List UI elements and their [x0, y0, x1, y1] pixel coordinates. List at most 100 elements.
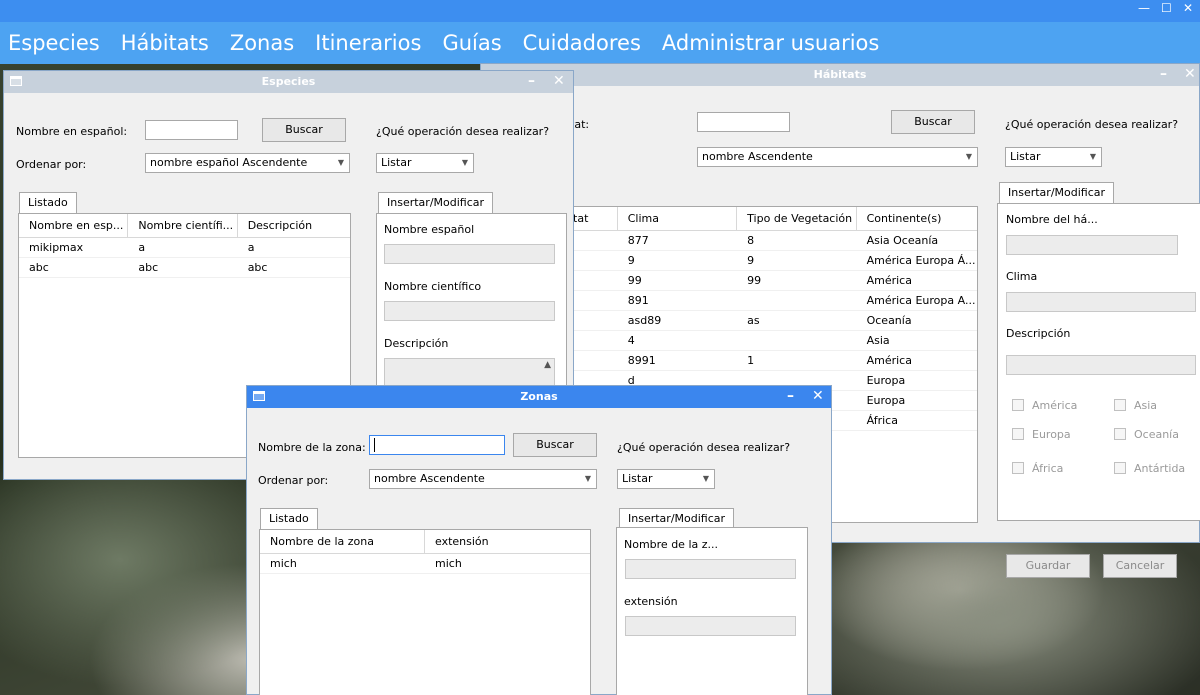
zona-order-label: Ordenar por: [258, 474, 329, 487]
especie-name-field[interactable] [384, 244, 555, 264]
habitat-clima-field[interactable] [1006, 292, 1196, 312]
table-cell: África [866, 414, 898, 427]
zona-order-value: nombre Ascendente [374, 472, 485, 485]
especie-order-select[interactable]: nombre español Ascendente ▼ [145, 153, 350, 173]
chevron-up-icon[interactable]: ▲ [544, 360, 551, 370]
zona-tab-listado[interactable]: Listado [260, 508, 318, 529]
habitat-col-clima[interactable]: Clima [618, 207, 738, 230]
continent-checkbox-oceania[interactable]: Oceanía [1114, 428, 1179, 441]
close-icon[interactable]: ✕ [553, 73, 565, 89]
especie-tab-insertar[interactable]: Insertar/Modificar [378, 192, 494, 213]
table-row[interactable]: mich mich [260, 554, 590, 574]
table-row[interactable]: 8991 1 América [570, 351, 977, 371]
table-row[interactable]: abc abc abc [19, 258, 350, 278]
especie-sci-field[interactable] [384, 301, 555, 321]
menu-especies[interactable]: Especies [8, 31, 100, 55]
habitat-search-button[interactable]: Buscar [891, 110, 975, 134]
continent-checkbox-africa[interactable]: África [1012, 462, 1063, 475]
table-cell: Asia Oceanía [866, 234, 939, 247]
zona-ext-field[interactable] [625, 616, 796, 636]
habitat-descripcion-field[interactable] [1006, 355, 1196, 375]
habitat-cancel-button[interactable]: Cancelar [1103, 554, 1177, 578]
chevron-down-icon: ▼ [965, 152, 972, 161]
continent-checkbox-antartida[interactable]: Antártida [1114, 462, 1185, 475]
minimize-icon[interactable]: – [787, 388, 794, 404]
zona-form-panel: Nombre de la z... extensión [616, 527, 808, 695]
zona-search-input[interactable] [369, 435, 505, 455]
checkbox-icon [1114, 399, 1126, 411]
minimize-icon[interactable]: – [528, 73, 535, 89]
habitat-table-header: itat Clima Tipo de Vegetación Continente… [570, 207, 977, 231]
close-icon[interactable]: ✕ [812, 388, 824, 404]
especie-col-descripcion[interactable]: Descripción [238, 214, 350, 237]
continent-label: Oceanía [1134, 428, 1179, 441]
zona-col-nombre[interactable]: Nombre de la zona [260, 530, 425, 553]
table-row[interactable]: 9 9 América Europa Á... [570, 251, 977, 271]
especie-operation-select[interactable]: Listar ▼ [376, 153, 474, 173]
habitat-operation-select[interactable]: Listar ▼ [1005, 147, 1102, 167]
menu-itinerarios[interactable]: Itinerarios [315, 31, 421, 55]
table-cell: abc [138, 261, 159, 274]
habitat-col-nombre[interactable]: itat [570, 207, 618, 230]
especie-search-button[interactable]: Buscar [262, 118, 346, 142]
zona-search-button[interactable]: Buscar [513, 433, 597, 457]
table-row[interactable]: asd89 as Oceanía [570, 311, 977, 331]
minimize-icon[interactable]: – [1160, 66, 1167, 82]
table-cell: 1 [747, 354, 755, 367]
especie-tab-listado[interactable]: Listado [19, 192, 77, 213]
menu-administrar-usuarios[interactable]: Administrar usuarios [662, 31, 879, 55]
minimize-icon[interactable]: — [1138, 1, 1150, 15]
habitat-tab-insertar[interactable]: Insertar/Modificar [999, 182, 1115, 203]
checkbox-icon [1012, 462, 1024, 474]
menu-habitats[interactable]: Hábitats [121, 31, 209, 55]
habitat-save-button[interactable]: Guardar [1006, 554, 1090, 578]
habitat-search-input[interactable] [697, 112, 790, 132]
habitat-col-continentes[interactable]: Continente(s) [857, 207, 977, 230]
table-cell: 9 [627, 254, 635, 267]
menu-guias[interactable]: Guías [442, 31, 501, 55]
table-row[interactable]: 99 99 América [570, 271, 977, 291]
habitat-order-select[interactable]: nombre Ascendente ▼ [697, 147, 978, 167]
zona-operation-question: ¿Qué operación desea realizar? [617, 441, 791, 454]
table-cell [570, 231, 618, 250]
table-cell: asd89 [627, 314, 662, 327]
maximize-icon[interactable]: ☐ [1161, 1, 1172, 15]
habitat-clima-label: Clima [1006, 270, 1038, 283]
habitat-form-panel: Nombre del há... Clima Descripción Améri… [997, 203, 1200, 578]
zona-order-select[interactable]: nombre Ascendente ▼ [369, 469, 597, 489]
table-cell: 9 [747, 254, 755, 267]
habitat-name-field[interactable] [1006, 235, 1178, 255]
continent-checkbox-asia[interactable]: Asia [1114, 399, 1157, 412]
table-cell: 99 [747, 274, 762, 287]
table-row[interactable]: 891 América Europa A... [570, 291, 977, 311]
zonas-titlebar[interactable]: Zonas – ✕ [247, 386, 831, 408]
table-cell: 4 [627, 334, 635, 347]
habitats-titlebar[interactable]: Hábitats – ✕ [481, 64, 1199, 86]
continent-checkbox-europa[interactable]: Europa [1012, 428, 1071, 441]
zona-operation-value: Listar [622, 472, 653, 485]
table-row[interactable]: mikipmax a a [19, 238, 350, 258]
table-row[interactable]: 4 Asia [570, 331, 977, 351]
table-row[interactable]: 877 8 Asia Oceanía [570, 231, 977, 251]
table-cell: abc [29, 261, 49, 274]
menu-zonas[interactable]: Zonas [230, 31, 294, 55]
table-cell: 8991 [627, 354, 656, 367]
especie-search-input[interactable] [145, 120, 238, 140]
especies-titlebar[interactable]: Especies – ✕ [4, 71, 573, 93]
especie-col-nombre[interactable]: Nombre en esp... [19, 214, 129, 237]
close-icon[interactable]: ✕ [1183, 1, 1193, 15]
close-icon[interactable]: ✕ [1184, 66, 1196, 82]
table-cell [570, 351, 618, 370]
zona-name-field[interactable] [625, 559, 796, 579]
zona-table-body: mich mich [260, 554, 590, 574]
table-cell: Asia [866, 334, 890, 347]
zona-operation-select[interactable]: Listar ▼ [617, 469, 715, 489]
continent-checkbox-america[interactable]: América [1012, 399, 1077, 412]
especie-col-cientifico[interactable]: Nombre científi... [128, 214, 238, 237]
table-cell [570, 291, 618, 310]
menu-cuidadores[interactable]: Cuidadores [523, 31, 641, 55]
chevron-down-icon: ▼ [584, 474, 591, 483]
zona-col-extension[interactable]: extensión [425, 530, 590, 553]
zona-tab-insertar[interactable]: Insertar/Modificar [619, 508, 735, 529]
habitat-col-vegetacion[interactable]: Tipo de Vegetación [737, 207, 857, 230]
